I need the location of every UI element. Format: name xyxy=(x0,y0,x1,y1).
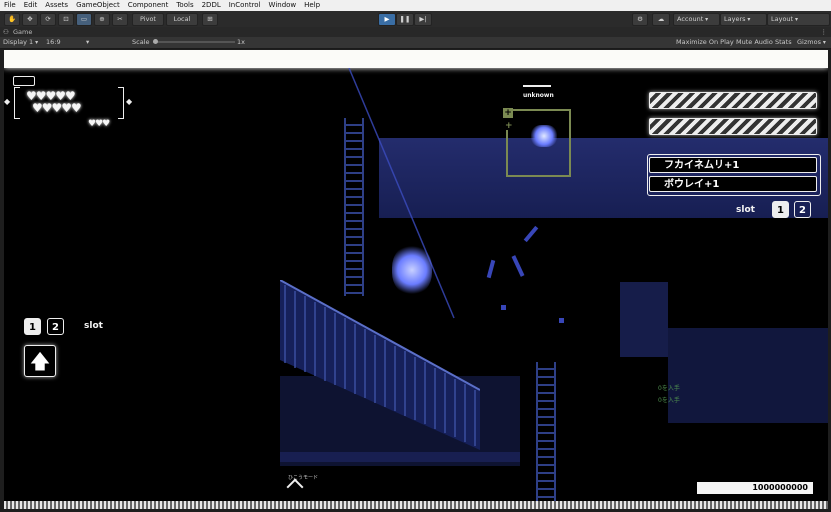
play-button[interactable]: ▶ xyxy=(378,13,396,26)
target-frame-left xyxy=(506,130,508,175)
toolbar: ✋ ✥ ⟳ ⊡ ▭ ⊕ ✂ Pivot Local ⊞ ▶ ❚❚ ▶| ⚙ ☁ … xyxy=(0,11,831,28)
hp-diamond-right: ◆ xyxy=(126,97,133,106)
custom-tool-button[interactable]: ✂ xyxy=(112,13,128,26)
game-controller-icon: ⚇ xyxy=(3,28,9,36)
account-dropdown[interactable]: Account xyxy=(673,13,720,26)
debris-shard xyxy=(501,305,506,310)
slot-label-left: slot xyxy=(84,321,103,331)
game-tab-label: Game xyxy=(13,28,33,36)
target-creature xyxy=(531,125,557,147)
slot-2-left: 2 xyxy=(47,318,64,335)
pause-button[interactable]: ❚❚ xyxy=(396,13,414,26)
hatched-bar-1 xyxy=(649,92,817,109)
top-light-strip xyxy=(4,50,828,68)
slot-1-right: 1 xyxy=(772,201,789,218)
skill-item: フカイネムリ+1 xyxy=(649,157,817,173)
scale-value: 1x xyxy=(237,38,245,46)
collab-icon[interactable]: ⚙ xyxy=(632,13,648,26)
debris-shard xyxy=(511,255,525,277)
target-label: unknown xyxy=(523,92,554,99)
scale-slider[interactable] xyxy=(153,39,235,44)
rect-tool-button[interactable]: ▭ xyxy=(76,13,92,26)
display-dropdown[interactable]: Display 1 xyxy=(3,37,38,48)
hp-diamond-left: ◆ xyxy=(4,97,11,106)
scale-slider-handle[interactable] xyxy=(153,39,158,44)
layout-dropdown[interactable]: Layout xyxy=(767,13,830,26)
rotate-tool-button[interactable]: ⟳ xyxy=(40,13,56,26)
info-line: 0を入手 xyxy=(658,397,680,404)
right-block xyxy=(620,282,668,357)
tab-menu-icon[interactable]: ⋮ xyxy=(821,27,828,37)
game-tab[interactable]: ⚇ Game ⋮ xyxy=(0,27,831,37)
cloud-icon[interactable]: ☁ xyxy=(652,13,670,26)
maximize-on-play-toggle[interactable]: Maximize On Play xyxy=(676,37,734,48)
menu-item[interactable]: InControl xyxy=(225,0,265,11)
hp-bracket-left xyxy=(14,87,20,119)
menu-item[interactable]: File xyxy=(0,0,20,11)
ladder-bottom xyxy=(536,362,556,504)
slot-2-right: 2 xyxy=(794,201,811,218)
menu-item[interactable]: Edit xyxy=(20,0,42,11)
score-box: 1000000000 xyxy=(697,482,813,494)
menu-item[interactable]: GameObject xyxy=(72,0,124,11)
hp-bracket-right xyxy=(118,87,124,119)
debris-shard xyxy=(523,225,539,243)
menu-item[interactable]: Help xyxy=(300,0,324,11)
hearts-row-2: ♥♥♥♥♥ xyxy=(32,101,82,115)
stats-toggle[interactable]: Stats xyxy=(775,37,792,48)
gizmos-dropdown[interactable]: Gizmos xyxy=(797,37,826,48)
snap-button[interactable]: ⊞ xyxy=(202,13,218,26)
local-toggle[interactable]: Local xyxy=(166,13,198,26)
menu-item[interactable]: 2DDL xyxy=(198,0,225,11)
game-view-bar: Display 1 16:9 Aspect ▾ Scale 1x Maximiz… xyxy=(0,37,831,57)
debris-shard xyxy=(559,318,564,323)
menu-item[interactable]: Tools xyxy=(172,0,197,11)
slot-label-right: slot xyxy=(736,205,755,215)
layers-dropdown[interactable]: Layers xyxy=(720,13,767,26)
target-small-plus-icon: + xyxy=(505,121,513,131)
bottom-ledge xyxy=(280,452,520,462)
pivot-toggle[interactable]: Pivot xyxy=(132,13,164,26)
player-character xyxy=(392,245,432,295)
scale-label: Scale xyxy=(132,38,150,46)
target-label-line xyxy=(523,85,551,87)
step-button[interactable]: ▶| xyxy=(414,13,432,26)
mute-audio-toggle[interactable]: Mute Audio xyxy=(736,37,773,48)
right-floor xyxy=(668,328,828,423)
debris-shard xyxy=(486,259,496,279)
transform-tool-button[interactable]: ⊕ xyxy=(94,13,110,26)
menu-bar: File Edit Assets GameObject Component Tools 2D… xyxy=(0,0,831,11)
info-line: 0を入手 xyxy=(658,385,680,392)
game-viewport[interactable]: ◆ ◆ ♥♥♥♥♥ ♥♥♥♥♥ ♥♥♥ unknown + + フカイネムリ+1… xyxy=(4,50,828,509)
skill-item: ボウレイ+1 xyxy=(649,176,817,192)
hatched-bar-2 xyxy=(649,118,817,135)
move-tool-button[interactable]: ✥ xyxy=(22,13,38,26)
menu-item[interactable]: Window xyxy=(265,0,301,11)
slot-1-left: 1 xyxy=(24,318,41,335)
scale-tool-button[interactable]: ⊡ xyxy=(58,13,74,26)
up-arrow-icon: 🡅 xyxy=(29,349,51,373)
hearts-row-3: ♥♥♥ xyxy=(88,119,110,129)
hp-tag xyxy=(13,76,35,86)
hand-tool-button[interactable]: ✋ xyxy=(4,13,20,26)
target-plus-icon: + xyxy=(503,108,513,118)
mode-chevron-icon xyxy=(286,478,304,496)
jump-button: 🡅 xyxy=(24,345,56,377)
bottom-strip xyxy=(4,501,828,509)
menu-item[interactable]: Component xyxy=(124,0,173,11)
menu-item[interactable]: Assets xyxy=(41,0,72,11)
